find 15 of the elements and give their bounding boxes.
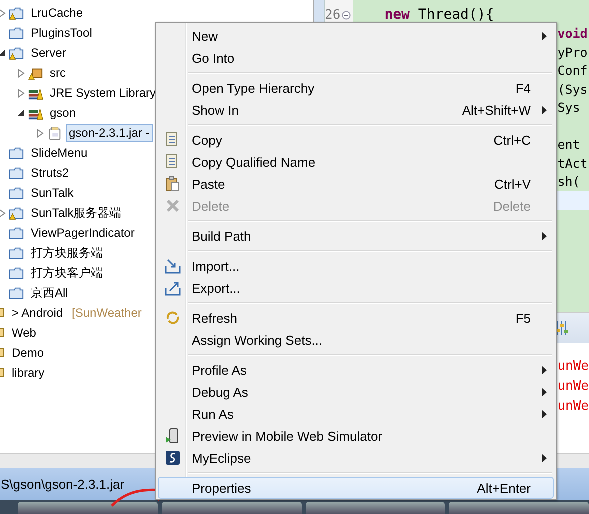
console-line: unWe: [558, 359, 589, 374]
code-text: ent: [558, 137, 580, 152]
code-text: void: [558, 26, 588, 42]
console-line: unWe: [558, 399, 589, 414]
code-text: Conf: [558, 63, 588, 78]
code-text: sh(: [558, 174, 580, 190]
console-line: unWe: [558, 379, 589, 394]
code-text: Sys: [558, 100, 580, 116]
tree-decoration: [SunWeather: [72, 306, 142, 320]
status-text: S\gson\gson-2.3.1.jar: [0, 476, 125, 492]
code-text: (Sys: [558, 82, 588, 97]
line-number: 26: [325, 8, 341, 22]
code-text: tAct: [558, 156, 588, 171]
code-text: yPro: [558, 44, 588, 60]
code-text: new Thread(){: [384, 7, 494, 24]
